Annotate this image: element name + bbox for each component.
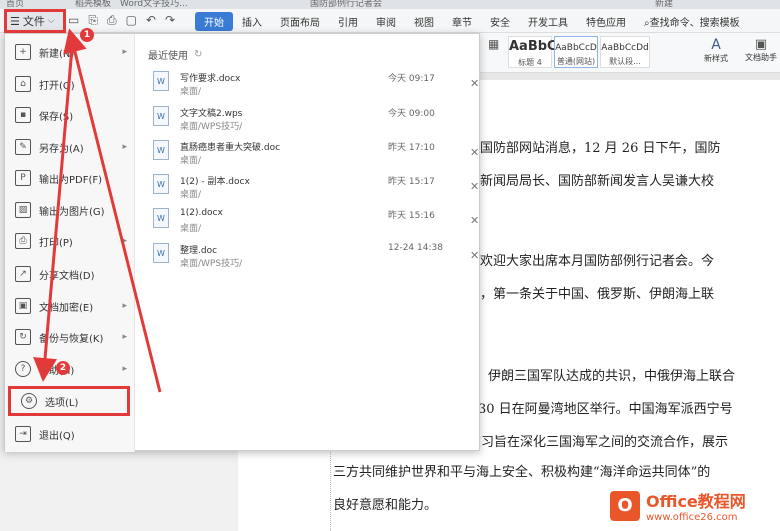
step-badge-2: 2 [56, 361, 70, 375]
watermark: O Office教程网 www.office26.com [610, 480, 780, 531]
arrow-to-file [63, 28, 162, 393]
arrow-to-options [33, 47, 74, 382]
watermark-url: www.office26.com [646, 512, 738, 523]
watermark-brand: Office教程网 [646, 492, 746, 511]
step-badge-1: 1 [80, 28, 94, 42]
office-logo: O [610, 490, 640, 521]
annotation-arrows [33, 28, 162, 393]
